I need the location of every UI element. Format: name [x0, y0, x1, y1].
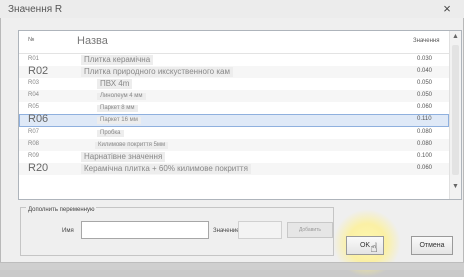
list-item-selected[interactable]: R06 Паркет 16 мм 0.110: [19, 113, 449, 127]
row-number: R02: [28, 65, 49, 78]
row-value: 0.060: [417, 164, 433, 171]
list-item[interactable]: R07 Пробка 0.080: [19, 126, 449, 139]
column-header-value[interactable]: Значення: [413, 38, 439, 44]
row-name: Нарнатівне значення: [81, 151, 166, 162]
scroll-thumb[interactable]: [452, 45, 459, 175]
row-number: R09: [28, 152, 40, 159]
list-item[interactable]: R02 Плитка природного икскуственного кам…: [19, 65, 449, 79]
row-name: Паркет 8 мм: [97, 105, 138, 113]
row-value: 0.080: [417, 128, 433, 135]
r-values-list[interactable]: № Назва Значення R01 Плитка керамічна 0.…: [18, 30, 462, 200]
list-item[interactable]: R01 Плитка керамічна 0.030: [19, 54, 449, 67]
row-value: 0.110: [417, 116, 432, 123]
row-name: Плитка природного икскуственного кам: [81, 67, 233, 78]
title-bar: Значення R ×: [0, 0, 464, 18]
scroll-up-icon[interactable]: ▲: [450, 31, 461, 43]
row-value: 0.060: [417, 104, 433, 111]
list-item[interactable]: R03 ПВХ 4m 0.050: [19, 78, 449, 91]
list-item[interactable]: R20 Керамічна плитка + 60% килимове покр…: [19, 161, 449, 175]
row-value: 0.050: [417, 92, 433, 99]
row-value: 0.050: [417, 80, 433, 87]
row-name: Паркет 16 мм: [97, 117, 141, 125]
row-number: R05: [28, 104, 40, 111]
row-number: R08: [28, 140, 40, 147]
list-scrollbar[interactable]: ▲ ▼: [449, 31, 461, 199]
list-item[interactable]: R09 Нарнатівне значення 0.100: [19, 150, 449, 163]
list-header: № Назва Значення: [19, 31, 449, 54]
row-number: R03: [28, 80, 40, 87]
row-name: Линолеум 4 мм: [97, 93, 146, 101]
row-value: 0.040: [417, 68, 433, 75]
value-label: Значение: [213, 228, 240, 234]
ok-button[interactable]: OK: [346, 236, 384, 255]
scroll-down-icon[interactable]: ▼: [450, 181, 461, 193]
close-icon[interactable]: ×: [440, 2, 454, 16]
row-value: 0.030: [417, 56, 433, 62]
row-value: 0.100: [417, 152, 433, 159]
list-item[interactable]: R04 Линолеум 4 мм 0.050: [19, 90, 449, 103]
list-rows: R01 Плитка керамічна 0.030 R02 Плитка пр…: [19, 54, 449, 175]
dialog-window: Значення R × № Назва Значення R01 Плитка…: [0, 0, 464, 277]
row-number: R04: [28, 92, 40, 99]
row-name: Плитка керамічна: [81, 55, 154, 65]
list-item[interactable]: R08 Килимове покриття 5мм 0.080: [19, 138, 449, 151]
add-variable-group: Дополнить переменную Имя Значение Добави…: [20, 207, 334, 256]
cancel-button[interactable]: Отмена: [411, 236, 453, 255]
list-item[interactable]: R05 Паркет 8 мм 0.060: [19, 102, 449, 115]
value-input[interactable]: [238, 221, 282, 239]
mouse-cursor-icon: ☝: [370, 240, 378, 255]
row-name: Керамічна плитка + 60% килимове покриття: [81, 163, 251, 174]
row-number: R07: [28, 128, 40, 135]
group-title: Дополнить переменную: [26, 207, 97, 213]
column-header-name[interactable]: Назва: [77, 35, 108, 47]
window-title: Значення R: [8, 4, 63, 15]
row-name: Килимове покриття 5мм: [95, 141, 169, 149]
row-name: Пробка: [97, 129, 124, 137]
name-input[interactable]: [81, 221, 209, 239]
column-header-no[interactable]: №: [28, 37, 34, 43]
add-variable-button[interactable]: Добавить: [287, 222, 333, 238]
row-number: R20: [28, 161, 49, 174]
row-value: 0.080: [417, 140, 433, 147]
row-number: R01: [28, 56, 40, 62]
name-label: Имя: [62, 228, 74, 234]
row-name: ПВХ 4m: [97, 79, 133, 90]
row-number: R06: [28, 113, 49, 126]
